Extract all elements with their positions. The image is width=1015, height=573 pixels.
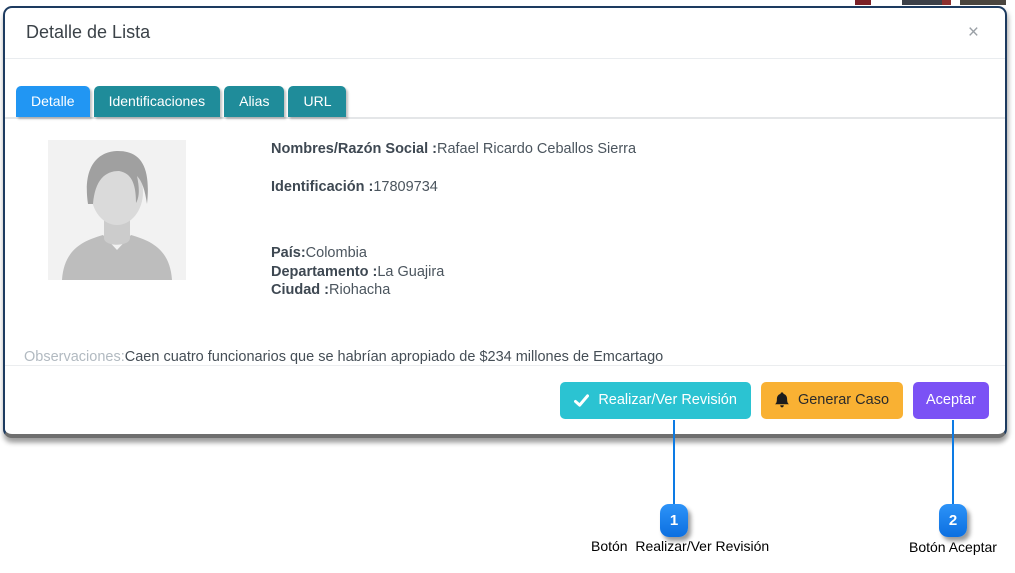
modal-footer: Realizar/Ver Revisión Generar Caso Acept… (5, 365, 1005, 434)
field-value: 17809734 (373, 179, 438, 195)
callout-badge-1: 1 (660, 504, 688, 537)
field-nombres: Nombres/Razón Social :Rafael Ricardo Ceb… (271, 141, 636, 157)
check-icon (574, 394, 589, 407)
field-label: Identificación : (271, 179, 373, 195)
tab-url[interactable]: URL (288, 86, 346, 117)
field-identificacion: Identificación :17809734 (271, 179, 636, 195)
background-artifact (855, 0, 871, 5)
field-value: Colombia (306, 245, 367, 261)
callout-badge-2: 2 (939, 504, 967, 537)
field-label: País: (271, 245, 306, 261)
background-artifact (960, 0, 1006, 5)
field-value: Riohacha (329, 282, 390, 298)
button-label: Aceptar (926, 392, 976, 408)
person-placeholder-icon (48, 140, 186, 280)
tab-detalle[interactable]: Detalle (16, 86, 90, 117)
observaciones: Observaciones:Caen cuatro funcionarios q… (5, 349, 1005, 365)
callout-connector-line (952, 420, 954, 506)
modal-title: Detalle de Lista (26, 22, 150, 42)
callout-label-realizar: Botón Realizar/Ver Revisión (591, 538, 769, 554)
detail-section: Nombres/Razón Social :Rafael Ricardo Ceb… (5, 119, 1005, 300)
detalle-de-lista-modal: Detalle de Lista × Detalle Identificacio… (3, 6, 1007, 438)
field-label: Departamento : (271, 264, 377, 280)
realizar-ver-revision-button[interactable]: Realizar/Ver Revisión (560, 382, 751, 419)
button-label: Generar Caso (798, 392, 889, 408)
tab-identificaciones[interactable]: Identificaciones (94, 86, 221, 117)
person-info: Nombres/Razón Social :Rafael Ricardo Ceb… (271, 140, 636, 300)
field-value: La Guajira (377, 264, 444, 280)
field-pais: País:Colombia (271, 244, 636, 263)
field-ciudad: Ciudad :Riohacha (271, 281, 636, 300)
avatar (48, 140, 186, 280)
callout-connector-line (673, 420, 675, 506)
field-value: Rafael Ricardo Ceballos Sierra (437, 141, 636, 157)
callout-label-aceptar: Botón Aceptar (909, 539, 997, 555)
location-fields: País:Colombia Departamento :La Guajira C… (271, 244, 636, 300)
close-icon[interactable]: × (968, 8, 979, 57)
field-label: Ciudad : (271, 282, 329, 298)
button-label: Realizar/Ver Revisión (598, 392, 737, 408)
observaciones-value: Caen cuatro funcionarios que se habrían … (125, 349, 663, 365)
modal-header: Detalle de Lista × (5, 8, 1005, 59)
field-departamento: Departamento :La Guajira (271, 263, 636, 282)
field-label: Nombres/Razón Social : (271, 141, 437, 157)
tab-bar: Detalle Identificaciones Alias URL (5, 86, 1005, 119)
bell-icon (775, 392, 789, 408)
tab-alias[interactable]: Alias (224, 86, 284, 117)
aceptar-button[interactable]: Aceptar (913, 382, 989, 419)
generar-caso-button[interactable]: Generar Caso (761, 382, 903, 419)
background-artifact (942, 0, 951, 5)
observaciones-label: Observaciones: (24, 349, 125, 365)
